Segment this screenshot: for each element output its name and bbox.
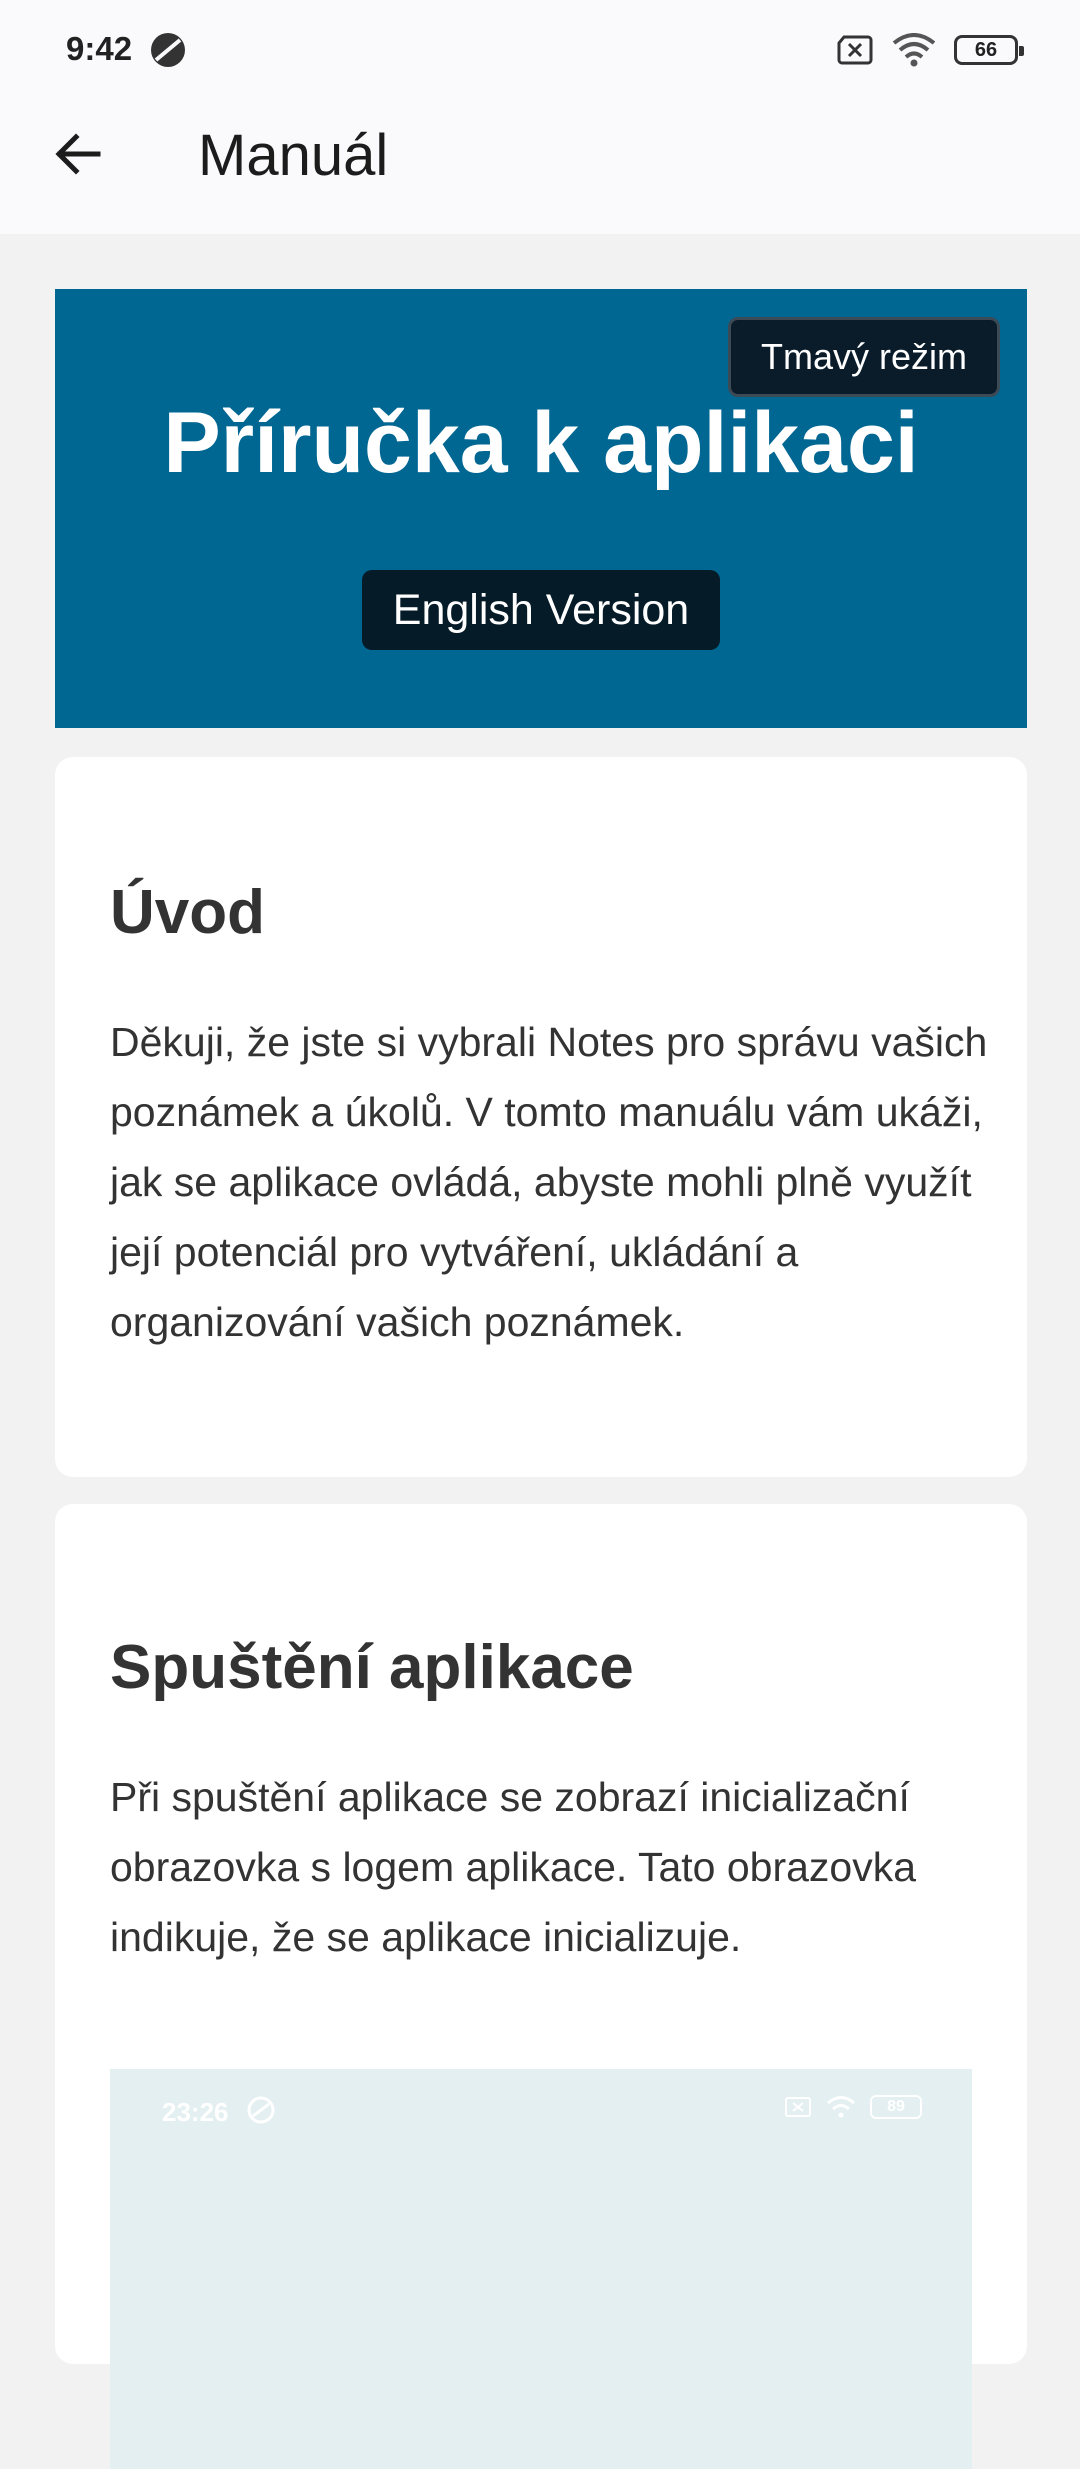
manual-content[interactable]: Tmavý režim Příručka k aplikaci English …	[0, 234, 1080, 2469]
preview-wifi-icon	[827, 2096, 855, 2118]
no-sim-icon	[837, 35, 873, 65]
section-heading: Spuštění aplikace	[110, 1633, 634, 1702]
page-title: Manuál	[198, 123, 389, 188]
status-bar: 9:42 66	[0, 0, 1080, 100]
startup-screenshot: 23:26 89	[110, 2069, 972, 2469]
manual-title: Příručka k aplikaci	[163, 395, 919, 491]
english-version-button[interactable]: English Version	[362, 570, 720, 650]
section-heading: Úvod	[110, 878, 265, 947]
section-card-startup: Spuštění aplikace Při spuštění aplikace …	[55, 1504, 1027, 2469]
do-not-disturb-icon	[151, 33, 185, 67]
preview-dnd-icon	[247, 2096, 275, 2124]
status-time: 9:42	[66, 30, 133, 67]
preview-no-sim-icon	[785, 2097, 811, 2117]
battery-level: 66	[974, 38, 998, 61]
wifi-icon	[892, 33, 936, 67]
back-button[interactable]	[40, 116, 116, 192]
status-icons: 66	[836, 30, 1024, 70]
preview-status-icons: 89	[784, 2095, 922, 2119]
manual-header: Tmavý režim Příručka k aplikaci English …	[55, 289, 1027, 728]
arrow-left-icon	[55, 133, 101, 175]
section-text: Děkuji, že jste si vybrali Notes pro spr…	[110, 1019, 988, 1345]
section-card-intro: Úvod Děkuji, že jste si vybrali Notes pr…	[55, 757, 1027, 1477]
battery-icon: 66	[954, 35, 1024, 65]
dark-mode-button[interactable]: Tmavý režim	[728, 317, 1000, 397]
section-text: Při spuštění aplikace se zobrazí inicial…	[110, 1774, 917, 1960]
preview-battery-icon: 89	[870, 2095, 922, 2119]
preview-battery-level: 89	[887, 2098, 905, 2115]
app-bar: Manuál	[0, 100, 1080, 234]
preview-time: 23:26	[162, 2097, 229, 2127]
